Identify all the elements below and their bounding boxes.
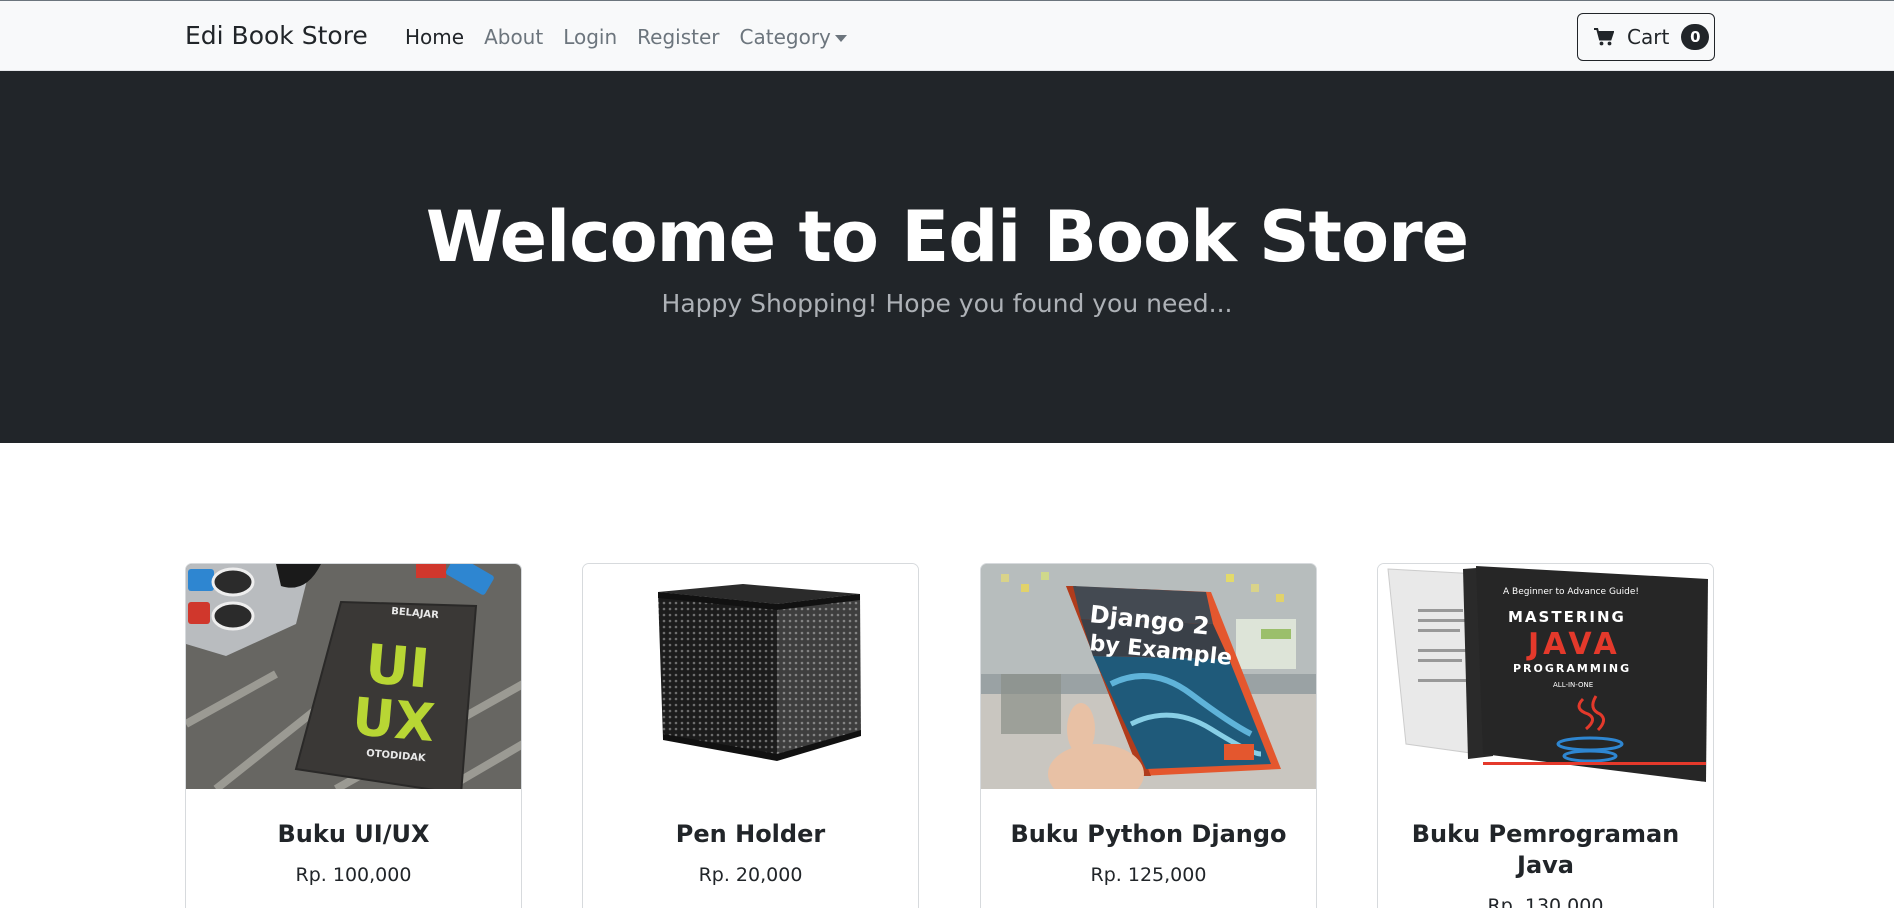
hero-banner: Welcome to Edi Book Store Happy Shopping…: [0, 71, 1894, 443]
navbar: Edi Book Store Home About Login Register…: [0, 0, 1894, 71]
product-card[interactable]: Django 2 by Example Buku Python Django R…: [980, 563, 1317, 908]
product-name[interactable]: Buku UI/UX: [186, 819, 521, 850]
nav-home-link[interactable]: Home: [405, 25, 464, 49]
product-name[interactable]: Buku Pemrograman Java: [1378, 819, 1713, 881]
nav-login-link[interactable]: Login: [563, 25, 617, 49]
cart-label: Cart: [1627, 25, 1670, 49]
nav-register-link[interactable]: Register: [637, 25, 719, 49]
product-name[interactable]: Pen Holder: [583, 819, 918, 850]
brand-link[interactable]: Edi Book Store: [185, 21, 368, 50]
cover-java-line3: PROGRAMMING: [1513, 662, 1631, 675]
cover-java-line2: JAVA: [1526, 627, 1621, 662]
hero-title: Welcome to Edi Book Store: [425, 196, 1469, 278]
product-price: Rp. 20,000: [698, 864, 803, 886]
product-image[interactable]: BELAJAR UI UX OTODIDAK: [186, 564, 521, 789]
product-image[interactable]: [583, 564, 918, 789]
cart-button[interactable]: Cart 0: [1577, 13, 1715, 61]
product-price: Rp. 130,000: [1487, 895, 1604, 908]
product-card[interactable]: Pen Holder Rp. 20,000: [582, 563, 919, 908]
nav-category-label: Category: [739, 25, 831, 49]
product-price: Rp. 125,000: [1090, 864, 1207, 886]
product-image[interactable]: A Beginner to Advance Guide! MASTERING J…: [1378, 564, 1713, 789]
nav-about-link[interactable]: About: [484, 25, 543, 49]
cart-icon: [1594, 28, 1614, 46]
cover-java-kicker: A Beginner to Advance Guide!: [1503, 587, 1639, 597]
product-image[interactable]: Django 2 by Example: [981, 564, 1316, 789]
cover-java-line4: ALL-IN-ONE: [1553, 681, 1593, 689]
nav-category-dropdown[interactable]: Category: [740, 25, 847, 49]
cover-java-line1: MASTERING: [1508, 608, 1626, 626]
nav-links: Home About Login Register Category: [405, 25, 867, 49]
product-name[interactable]: Buku Python Django: [981, 819, 1316, 850]
cover-uiux-main2: UX: [350, 687, 437, 754]
cart-count-badge: 0: [1681, 24, 1710, 50]
hero-subtitle: Happy Shopping! Hope you found you need.…: [661, 289, 1233, 318]
product-card[interactable]: BELAJAR UI UX OTODIDAK Buku UI/UX Rp. 10…: [185, 563, 522, 908]
caret-down-icon: [834, 35, 847, 42]
product-price: Rp. 100,000: [295, 864, 412, 886]
product-card[interactable]: A Beginner to Advance Guide! MASTERING J…: [1377, 563, 1714, 908]
